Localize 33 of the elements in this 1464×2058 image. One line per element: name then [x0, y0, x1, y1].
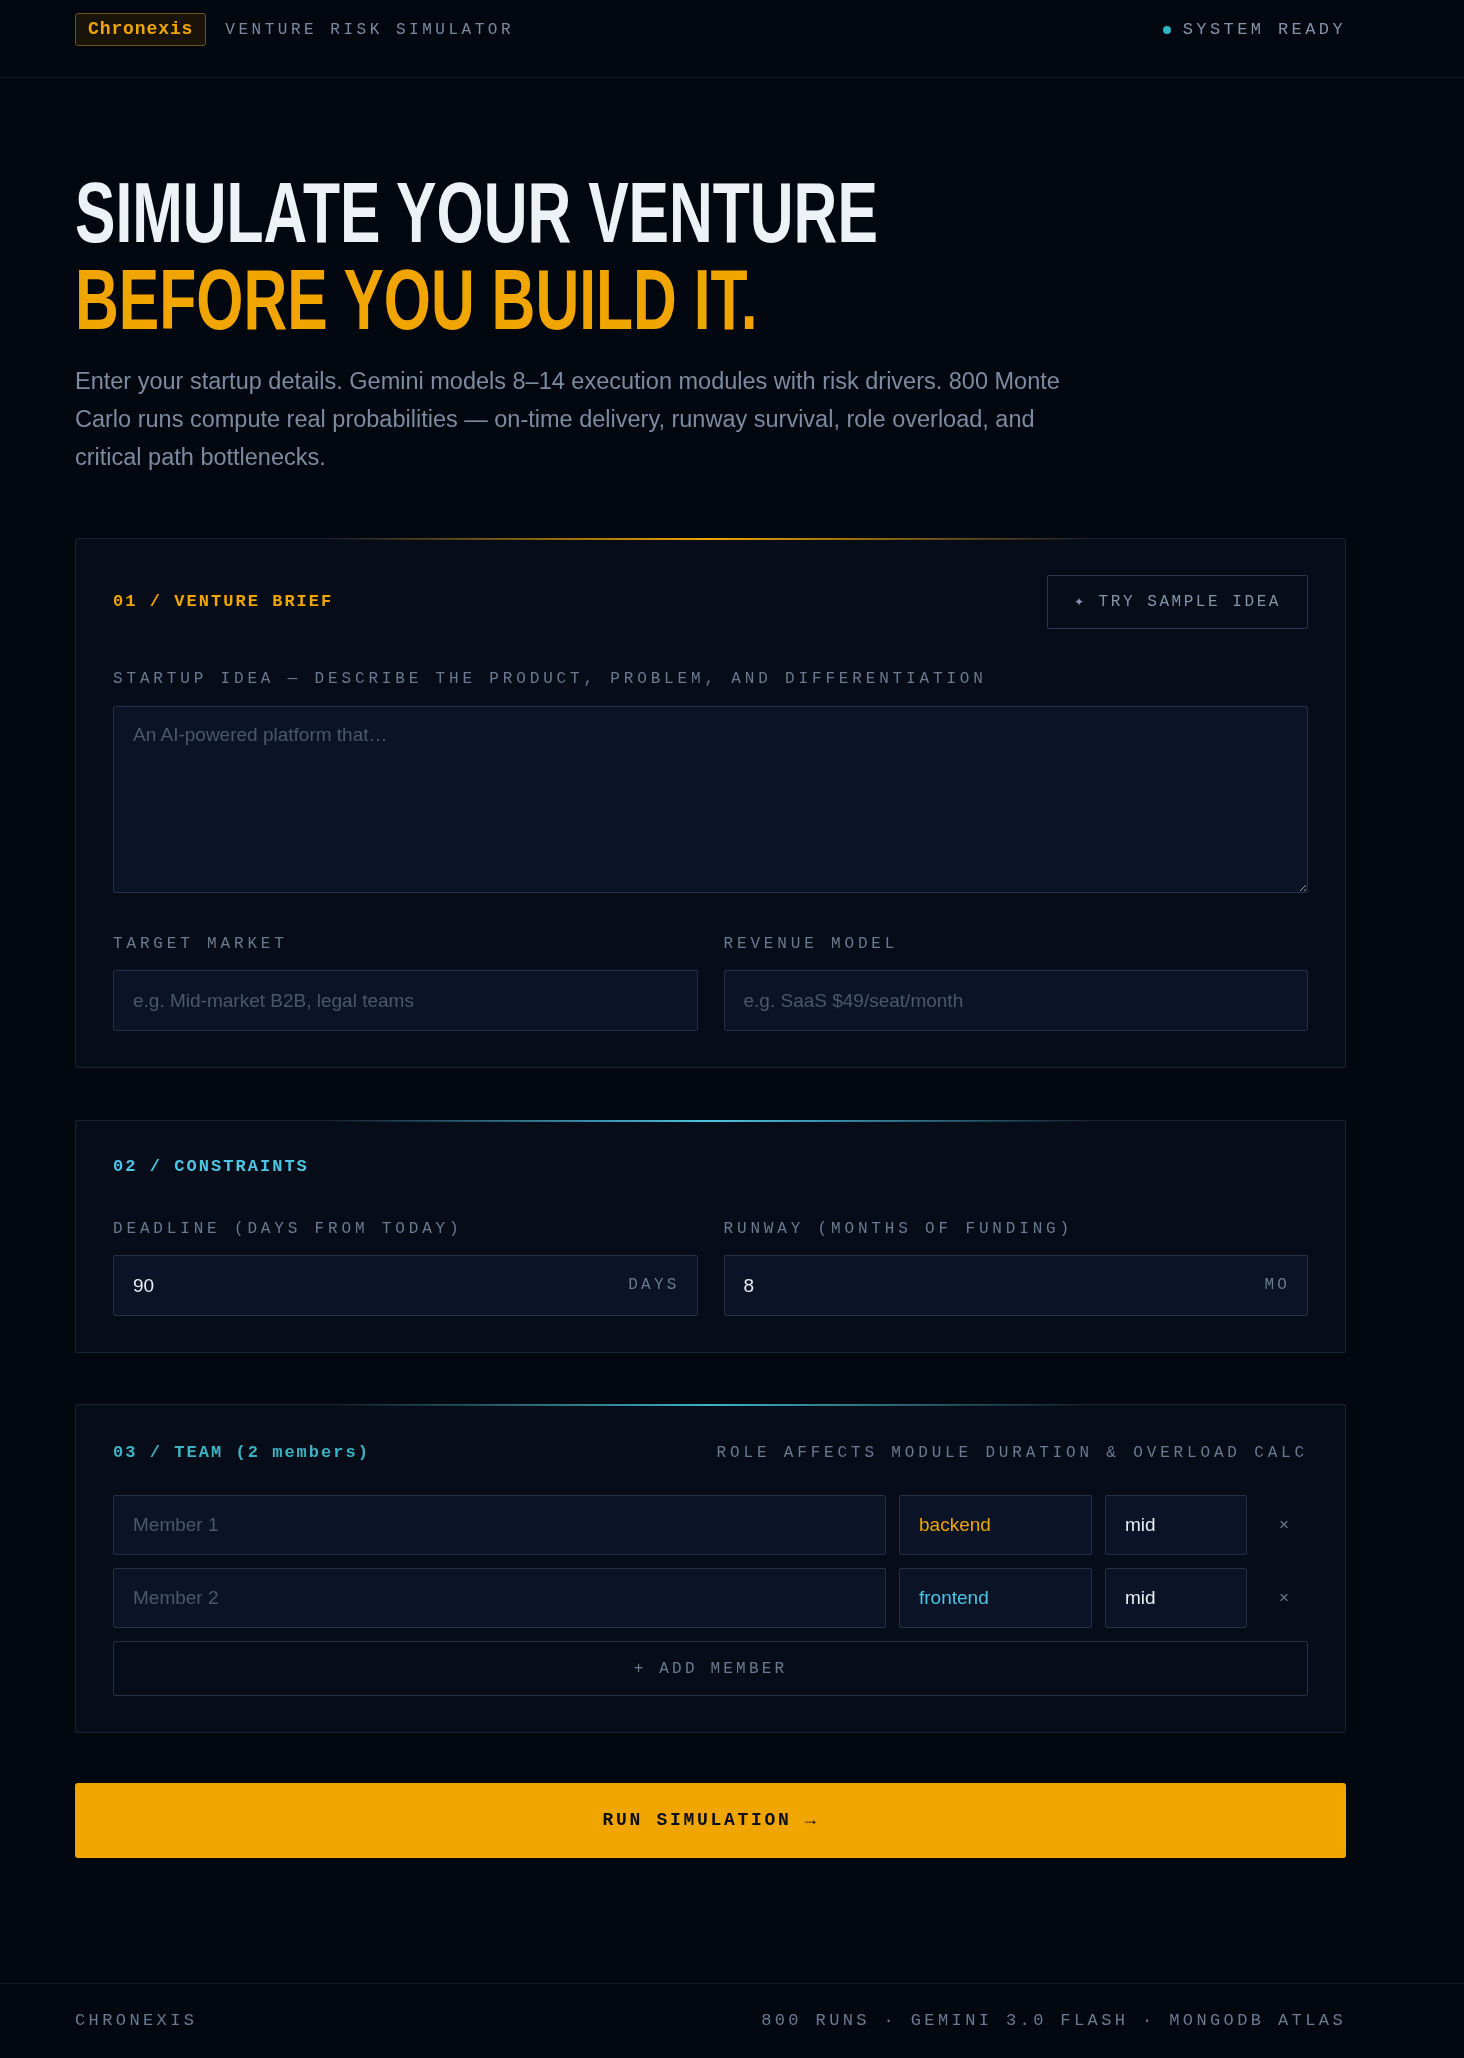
name-field[interactable]: Member 2	[113, 1568, 886, 1628]
app-title: VENTURE RISK SIMULATOR	[225, 19, 514, 41]
input-field[interactable]: e.g. SaaS $49/seat/month	[723, 970, 1308, 1031]
footer-meta: 800 RUNS · GEMINI 3.0 FLASH · MONGODB ATLAS	[761, 2010, 1346, 2033]
add-member-button[interactable]: + ADD MEMBER	[113, 1641, 1308, 1696]
hint-text: ROLE AFFECTS MODULE DURATION & OVERLOAD CALC	[716, 1443, 1308, 1463]
role-field[interactable]: frontend	[899, 1568, 1092, 1628]
input-field[interactable]: e.g. Mid-market B2B, legal teams	[113, 970, 698, 1031]
hero-description: Enter your startup details. Gemini models 8–14 execution modules with risk drivers. 800 Monte Carlo runs compute real probabilities — on-time delivery, runway survival, role overload, and critical path bottlenecks.	[75, 367, 1061, 472]
logo[interactable]: Chronexis	[75, 13, 207, 46]
unit-label: MO	[1264, 1275, 1290, 1295]
section-title: 02 / CONSTRAINTS	[113, 1157, 310, 1177]
field-label: REVENUE MODEL	[723, 934, 900, 954]
seniority-field[interactable]: mid	[1105, 1568, 1247, 1628]
name-field[interactable]: Member 1	[113, 1495, 886, 1555]
remove-member-button[interactable]: ×	[1260, 1505, 1308, 1545]
footer-brand: CHRONEXIS	[75, 2010, 198, 2033]
run-simulation-button[interactable]: RUN SIMULATION →	[75, 1783, 1346, 1858]
section-title: 01 / VENTURE BRIEF	[113, 592, 334, 612]
field-label: DEADLINE (DAYS FROM TODAY)	[113, 1219, 464, 1239]
unit-label: DAYS	[628, 1275, 680, 1295]
status-label: SYSTEM READY	[1182, 18, 1346, 41]
sample-idea-button[interactable]: ✦ TRY SAMPLE IDEA	[1047, 575, 1308, 629]
hero-title: SIMULATE YOUR VENTURE	[75, 169, 878, 256]
remove-member-button[interactable]: ×	[1260, 1578, 1308, 1618]
field-label: STARTUP IDEA — DESCRIBE THE PRODUCT, PROBLEM, AND DIFFERENTIATION	[113, 669, 988, 689]
text-area-field[interactable]: An AI-powered platform that…	[113, 706, 1308, 893]
role-field[interactable]: backend	[899, 1495, 1092, 1555]
hero-title-accent: BEFORE YOU BUILD IT.	[75, 256, 758, 343]
seniority-field[interactable]: mid	[1105, 1495, 1247, 1555]
section-title: 03 / TEAM (2 members)	[113, 1443, 371, 1463]
field-label: RUNWAY (MONTHS OF FUNDING)	[723, 1219, 1074, 1239]
field-label: TARGET MARKET	[113, 934, 289, 954]
